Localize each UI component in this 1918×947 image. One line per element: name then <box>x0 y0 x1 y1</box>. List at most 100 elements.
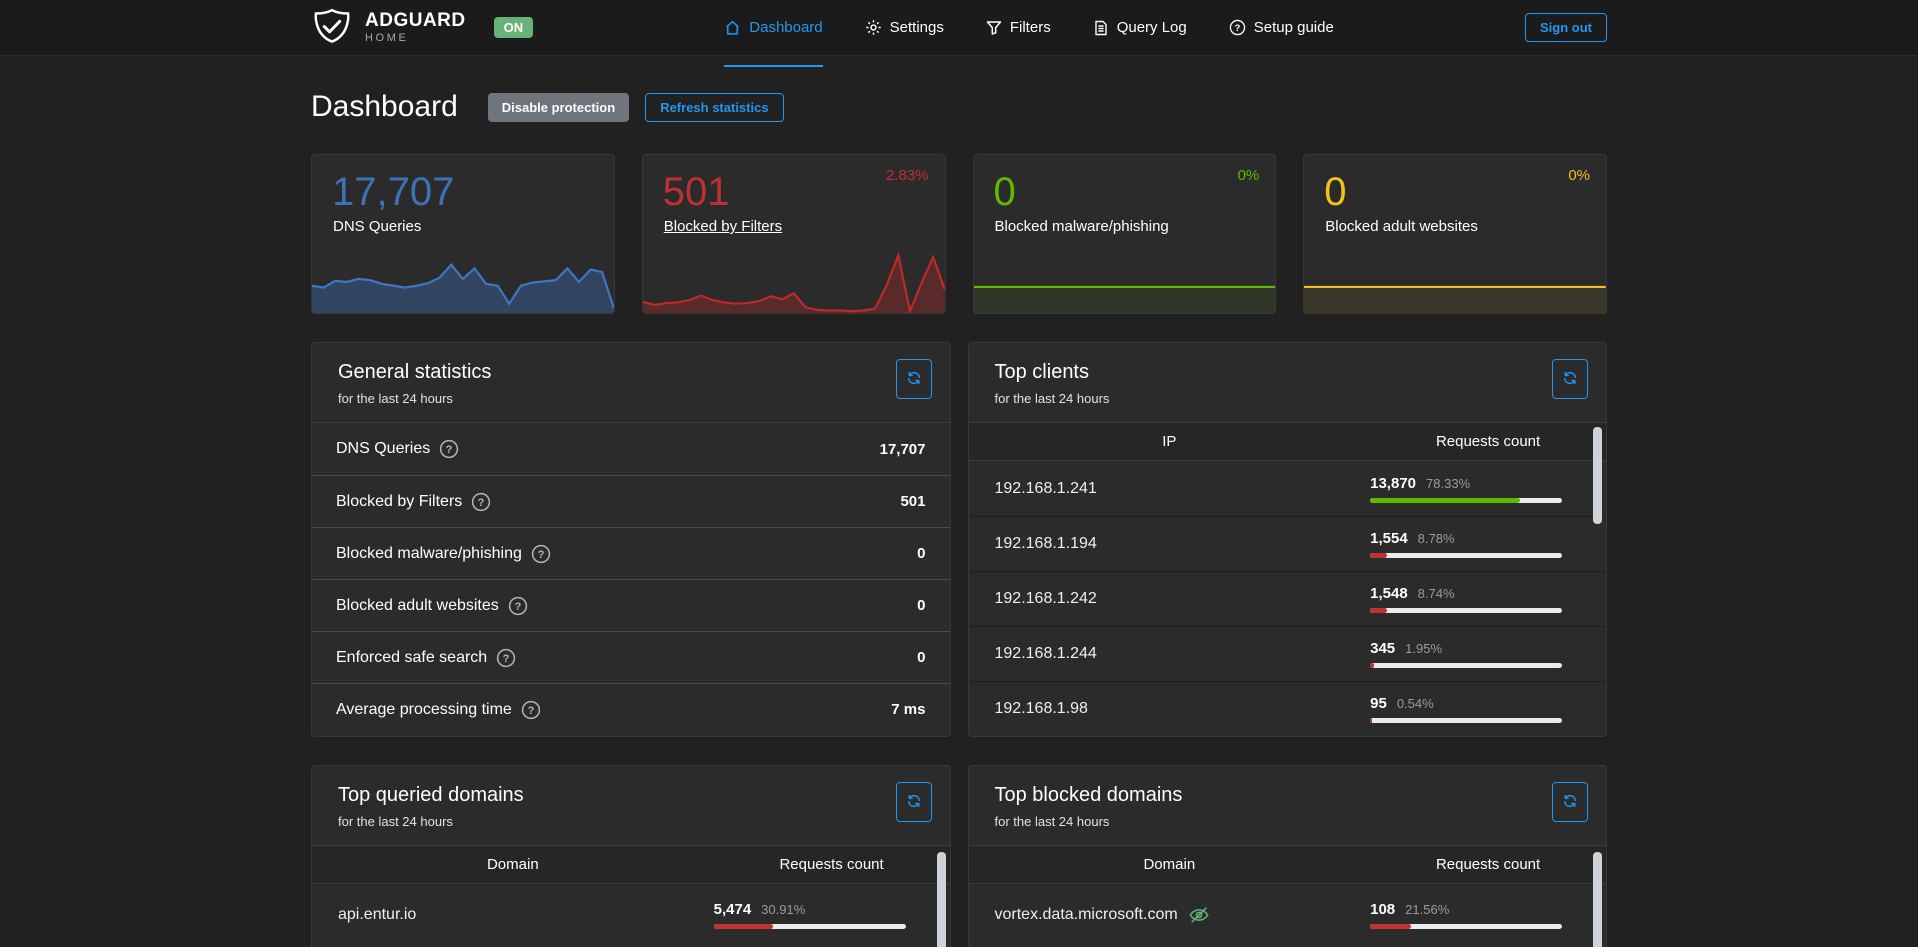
requests-progress-bar <box>1370 924 1562 929</box>
stat-row-average-processing-time: Average processing time?7 ms <box>312 683 950 735</box>
progress-bar-fill <box>1370 718 1372 723</box>
stat-row-enforced-safe-search: Enforced safe search? 0 <box>312 631 950 683</box>
requests-count: 5,474 <box>714 901 752 918</box>
svg-text:?: ? <box>538 549 545 561</box>
help-circle-icon[interactable]: ? <box>471 492 491 512</box>
requests-progress-bar <box>1370 498 1562 503</box>
stat-row-label: Blocked malware/phishing <box>336 545 522 563</box>
nav-item-filters[interactable]: Filters <box>986 0 1051 55</box>
refresh-icon <box>906 370 922 389</box>
top-clients-panel: Top clients for the last 24 hours IP Req… <box>968 342 1608 737</box>
stat-card-label: Blocked adult websites <box>1304 215 1478 235</box>
requests-count: 345 <box>1370 640 1395 657</box>
progress-bar-fill <box>714 924 773 929</box>
column-header-requests-count: Requests count <box>714 856 950 873</box>
column-header-domain: Domain <box>312 856 714 873</box>
panel-title: General statistics <box>338 361 924 384</box>
disable-protection-button[interactable]: Disable protection <box>488 93 629 122</box>
stat-card-percent: 0% <box>1238 167 1260 184</box>
requests-percent: 1.95% <box>1405 641 1442 656</box>
refresh-panel-button[interactable] <box>896 782 932 822</box>
panel-subtitle: for the last 24 hours <box>995 814 1581 829</box>
requests-percent: 0.54% <box>1397 696 1434 711</box>
protection-status-badge: ON <box>494 17 534 38</box>
top-queried-domains-panel: Top queried domains for the last 24 hour… <box>311 765 951 947</box>
navbar: ADGUARD HOME ON Dashboard <box>0 0 1918 56</box>
nav-item-setup-guide[interactable]: ? Setup guide <box>1229 0 1334 55</box>
refresh-panel-button[interactable] <box>1552 359 1588 399</box>
top-blocked-domains-panel: Top blocked domains for the last 24 hour… <box>968 765 1608 947</box>
scrollbar-thumb[interactable] <box>1593 852 1602 947</box>
panel-subtitle: for the last 24 hours <box>995 391 1581 406</box>
brand-logo[interactable]: ADGUARD HOME ON <box>311 7 533 49</box>
stat-card-label: Blocked malware/phishing <box>974 215 1169 235</box>
svg-text:?: ? <box>478 497 485 509</box>
query-log-icon <box>1093 20 1109 36</box>
stat-card-label-link[interactable]: Blocked by Filters <box>643 215 782 235</box>
svg-text:?: ? <box>446 444 453 456</box>
requests-percent: 30.91% <box>761 902 805 917</box>
progress-bar-fill <box>1370 498 1520 503</box>
unblock-eye-icon[interactable] <box>1188 904 1210 926</box>
column-header-requests-count: Requests count <box>1370 433 1606 450</box>
client-ip: 192.168.1.242 <box>995 590 1097 608</box>
sparkline-chart <box>643 251 945 313</box>
table-header: Domain Requests count <box>969 846 1607 884</box>
help-circle-icon[interactable]: ? <box>496 648 516 668</box>
refresh-panel-button[interactable] <box>1552 782 1588 822</box>
stat-card-label: DNS Queries <box>312 215 421 235</box>
nav-item-settings[interactable]: Settings <box>865 0 944 55</box>
client-ip: 192.168.1.194 <box>995 535 1097 553</box>
table-row: vortex.data.microsoft.com10821.56% <box>969 884 1607 946</box>
stat-card-value: 0 <box>1304 155 1606 215</box>
client-ip: 192.168.1.241 <box>995 480 1097 498</box>
stat-row-value: 0 <box>917 649 925 666</box>
help-circle-icon[interactable]: ? <box>508 596 528 616</box>
panel-title: Top queried domains <box>338 784 924 807</box>
help-circle-icon: ? <box>1229 19 1246 36</box>
progress-bar-fill <box>1370 553 1387 558</box>
nav-item-dashboard[interactable]: Dashboard <box>724 0 822 55</box>
table-row: 192.168.1.194 1,554 8.78% <box>969 516 1607 571</box>
help-circle-icon[interactable]: ? <box>439 439 459 459</box>
scrollbar-thumb[interactable] <box>937 852 946 947</box>
column-header-domain: Domain <box>969 856 1371 873</box>
stat-row-blocked-by-filters: Blocked by Filters?501 <box>312 475 950 527</box>
requests-progress-bar <box>1370 608 1562 613</box>
stat-card-blocked-adult-websites: 0%0Blocked adult websites <box>1303 154 1607 314</box>
svg-text:?: ? <box>514 601 521 613</box>
stat-card-value: 501 <box>643 155 945 215</box>
nav-item-query-log[interactable]: Query Log <box>1093 0 1187 55</box>
gear-icon <box>865 19 882 36</box>
requests-percent: 78.33% <box>1426 476 1470 491</box>
stat-row-label: Blocked by Filters <box>336 493 462 511</box>
stat-row-value: 0 <box>917 545 925 562</box>
nav-label: Settings <box>890 19 944 36</box>
stat-row-label: Average processing time <box>336 701 512 719</box>
table-row: 192.168.1.24113,87078.33% <box>969 461 1607 516</box>
stat-row-blocked-malware-phishing: Blocked malware/phishing? 0 <box>312 527 950 579</box>
refresh-statistics-button[interactable]: Refresh statistics <box>645 93 783 122</box>
help-circle-icon[interactable]: ? <box>521 700 541 720</box>
stat-row-label: Enforced safe search <box>336 649 487 667</box>
panel-title: Top clients <box>995 361 1581 384</box>
page-title: Dashboard <box>311 90 458 124</box>
requests-percent: 21.56% <box>1405 902 1449 917</box>
stat-row-blocked-adult-websites: Blocked adult websites?0 <box>312 579 950 631</box>
refresh-panel-button[interactable] <box>896 359 932 399</box>
scrollbar-thumb[interactable] <box>1593 427 1602 524</box>
filter-icon <box>986 20 1002 36</box>
requests-count: 1,554 <box>1370 530 1408 547</box>
sign-out-button[interactable]: Sign out <box>1525 13 1607 42</box>
requests-percent: 8.78% <box>1418 531 1455 546</box>
stat-row-label: DNS Queries <box>336 440 430 458</box>
stat-card-percent: 2.83% <box>886 167 929 184</box>
help-circle-icon[interactable]: ? <box>531 544 551 564</box>
requests-progress-bar <box>1370 553 1562 558</box>
column-header-requests-count: Requests count <box>1370 856 1606 873</box>
svg-text:?: ? <box>1234 23 1240 33</box>
stat-card-percent: 0% <box>1568 167 1590 184</box>
stat-row-dns-queries: DNS Queries?17,707 <box>312 423 950 475</box>
panel-title: Top blocked domains <box>995 784 1581 807</box>
requests-percent: 8.74% <box>1418 586 1455 601</box>
